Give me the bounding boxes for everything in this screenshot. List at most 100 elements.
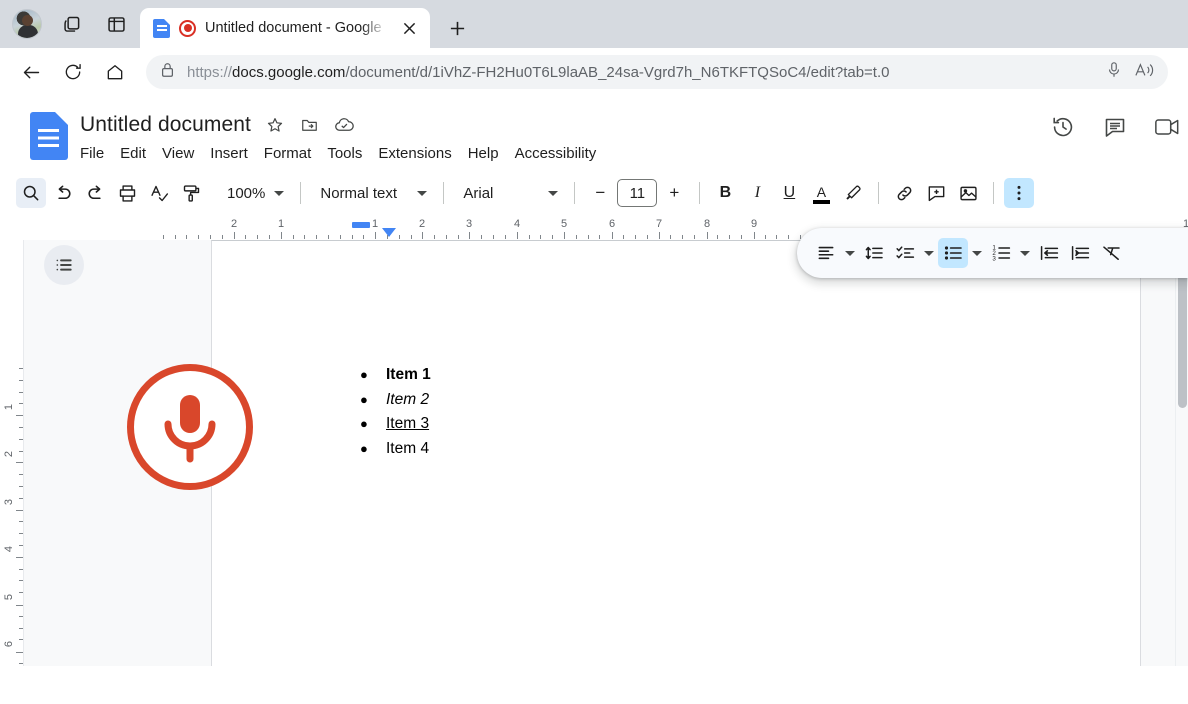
ruler-tick bbox=[387, 235, 388, 239]
read-aloud-icon[interactable] bbox=[1134, 61, 1154, 84]
document-workspace: 123456 ● Item 1 ● Item 2 ● Item 3 ● Item… bbox=[0, 240, 1188, 666]
menu-item-format[interactable]: Format bbox=[256, 141, 320, 167]
toolbar-divider bbox=[574, 182, 576, 204]
zoom-control[interactable]: 100% bbox=[218, 178, 290, 208]
back-button[interactable] bbox=[12, 53, 50, 91]
overflow-toolbar-panel: 1 2 3 bbox=[797, 228, 1188, 278]
redo-icon[interactable] bbox=[80, 178, 110, 208]
italic-button[interactable]: I bbox=[742, 178, 772, 208]
decrease-indent-icon[interactable] bbox=[1034, 238, 1064, 268]
menu-item-edit[interactable]: Edit bbox=[112, 141, 154, 167]
close-tab-icon[interactable] bbox=[396, 15, 422, 41]
list-item[interactable]: ● Item 3 bbox=[360, 412, 1140, 437]
spellcheck-icon[interactable] bbox=[144, 178, 174, 208]
search-icon[interactable] bbox=[16, 178, 46, 208]
numbered-list-icon[interactable]: 1 2 3 bbox=[986, 238, 1016, 268]
line-spacing-icon[interactable] bbox=[859, 238, 889, 268]
address-mic-icon[interactable] bbox=[1106, 61, 1122, 84]
profile-avatar[interactable] bbox=[12, 9, 42, 39]
document-page[interactable]: ● Item 1 ● Item 2 ● Item 3 ● Item 4 bbox=[211, 240, 1141, 666]
ruler-tick bbox=[16, 605, 23, 606]
chevron-down-icon bbox=[417, 190, 428, 196]
ruler-tick bbox=[540, 235, 541, 239]
star-icon[interactable] bbox=[264, 114, 286, 136]
reload-button[interactable] bbox=[54, 53, 92, 91]
ruler-tick bbox=[19, 616, 23, 617]
list-item[interactable]: ● Item 1 bbox=[360, 363, 1140, 388]
ruler-tick bbox=[729, 235, 730, 239]
highlight-color-icon[interactable] bbox=[838, 178, 868, 208]
svg-text:3: 3 bbox=[992, 256, 996, 263]
numbered-list-chevron-down-icon[interactable] bbox=[1017, 238, 1033, 268]
ruler-number: 6 bbox=[608, 218, 616, 230]
add-comment-icon[interactable] bbox=[921, 178, 951, 208]
document-title[interactable]: Untitled document bbox=[80, 113, 251, 137]
text-color-button[interactable]: A bbox=[806, 178, 836, 208]
align-chevron-down-icon[interactable] bbox=[842, 238, 858, 268]
move-to-folder-icon[interactable] bbox=[299, 114, 321, 136]
version-history-icon[interactable] bbox=[1050, 114, 1076, 140]
ruler-tick bbox=[517, 232, 518, 239]
more-options-icon[interactable] bbox=[1004, 178, 1035, 208]
underline-button[interactable]: U bbox=[774, 178, 804, 208]
list-item[interactable]: ● Item 4 bbox=[360, 437, 1140, 462]
cloud-saved-icon[interactable] bbox=[334, 114, 356, 136]
first-line-indent-marker[interactable] bbox=[382, 228, 396, 237]
paint-format-icon[interactable] bbox=[176, 178, 206, 208]
print-icon[interactable] bbox=[112, 178, 142, 208]
comments-icon[interactable] bbox=[1102, 114, 1128, 140]
ruler-tick bbox=[19, 392, 23, 393]
voice-typing-microphone-button[interactable] bbox=[127, 364, 253, 490]
ruler-number: 7 bbox=[655, 218, 663, 230]
vertical-ruler[interactable]: 1 2 3 4 5 6 bbox=[0, 240, 24, 666]
insert-image-icon[interactable] bbox=[953, 178, 983, 208]
ruler-tick bbox=[635, 235, 636, 239]
align-icon[interactable] bbox=[811, 238, 841, 268]
menu-item-view[interactable]: View bbox=[154, 141, 202, 167]
increase-font-size-button[interactable]: + bbox=[659, 178, 689, 208]
vertical-scrollbar[interactable] bbox=[1175, 240, 1188, 666]
home-button[interactable] bbox=[96, 53, 134, 91]
ruler-tick bbox=[659, 232, 660, 239]
address-bar[interactable]: https://docs.google.com/document/d/1iVhZ… bbox=[146, 55, 1168, 89]
insert-link-icon[interactable] bbox=[889, 178, 919, 208]
increase-indent-icon[interactable] bbox=[1065, 238, 1095, 268]
ruler-tick bbox=[493, 235, 494, 239]
toolbar-divider bbox=[443, 182, 445, 204]
checklist-chevron-down-icon[interactable] bbox=[921, 238, 937, 268]
ruler-number: 4 bbox=[3, 545, 15, 553]
browser-toolbar: https://docs.google.com/document/d/1iVhZ… bbox=[0, 48, 1188, 96]
ruler-tick bbox=[245, 235, 246, 239]
undo-icon[interactable] bbox=[48, 178, 78, 208]
list-item-text: Item 1 bbox=[386, 366, 431, 383]
menu-item-help[interactable]: Help bbox=[460, 141, 507, 167]
left-indent-marker[interactable] bbox=[352, 222, 370, 228]
checklist-icon[interactable] bbox=[890, 238, 920, 268]
new-tab-button[interactable] bbox=[440, 11, 474, 45]
ruler-number: 8 bbox=[703, 218, 711, 230]
decrease-font-size-button[interactable]: − bbox=[585, 178, 615, 208]
paragraph-style-control[interactable]: Normal text bbox=[311, 178, 433, 208]
bulleted-list-chevron-down-icon[interactable] bbox=[969, 238, 985, 268]
ruler-tick bbox=[293, 235, 294, 239]
ruler-tick bbox=[19, 628, 23, 629]
document-outline-toggle[interactable] bbox=[44, 245, 84, 285]
menu-item-file[interactable]: File bbox=[72, 141, 112, 167]
list-item[interactable]: ● Item 2 bbox=[360, 388, 1140, 413]
bulleted-list[interactable]: ● Item 1 ● Item 2 ● Item 3 ● Item 4 bbox=[360, 363, 1140, 461]
bold-button[interactable]: B bbox=[710, 178, 740, 208]
menu-item-tools[interactable]: Tools bbox=[319, 141, 370, 167]
menu-item-accessibility[interactable]: Accessibility bbox=[507, 141, 605, 167]
workspaces-icon[interactable] bbox=[58, 10, 86, 38]
docs-header-actions bbox=[1050, 114, 1180, 140]
clear-formatting-icon[interactable] bbox=[1096, 238, 1126, 268]
font-size-input[interactable]: 11 bbox=[617, 179, 658, 207]
menu-item-insert[interactable]: Insert bbox=[202, 141, 256, 167]
browser-tab[interactable]: Untitled document - Google bbox=[140, 8, 430, 48]
meet-icon[interactable] bbox=[1154, 114, 1180, 140]
bulleted-list-icon[interactable] bbox=[938, 238, 968, 268]
font-family-control[interactable]: Arial bbox=[454, 178, 564, 208]
split-screen-icon[interactable] bbox=[102, 10, 130, 38]
ruler-tick bbox=[707, 232, 708, 239]
menu-item-extensions[interactable]: Extensions bbox=[370, 141, 459, 167]
